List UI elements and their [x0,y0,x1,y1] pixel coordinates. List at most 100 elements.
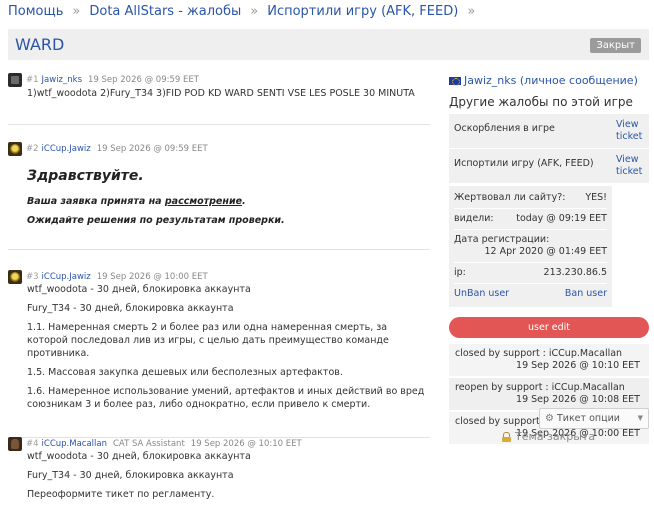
breadcrumb-separator: » [467,4,476,19]
post-text: Ожидайте решения по результатам проверки… [27,215,285,226]
post-body: wtf_woodota - 30 дней, блокировка аккаун… [8,450,430,501]
ticket-options-dropdown[interactable]: ⚙ Тикет опции ▼ [539,408,649,429]
post-divider [8,249,430,250]
post-text: Переоформите тикет по регламенту. [27,489,215,500]
post-number: #3 [26,272,39,282]
avatar[interactable] [8,270,22,284]
history-date: 19 Sep 2026 @ 10:10 EET [516,360,640,371]
post-date: 19 Sep 2026 @ 10:00 EET [96,272,208,282]
topic-closed-indicator: Тема закрыта [502,430,595,443]
chevron-down-icon: ▼ [637,414,643,422]
post-body: wtf_woodota - 30 дней, блокировка аккаун… [8,283,430,411]
status-badge: Закрыт [590,38,641,53]
donated-row: Жертвовал ли сайту?: YES! [454,188,607,209]
post-meta: #4 iCCup.Macallan CAT SA Assistant 19 Se… [8,437,430,451]
post-meta: #1 Jawiz_nks 19 Sep 2026 @ 09:59 EET [8,73,430,87]
review-link[interactable]: рассмотрение [165,196,242,207]
post-date: 19 Sep 2026 @ 09:59 EET [96,144,208,154]
other-complaints-heading: Другие жалобы по этой игре [449,95,633,109]
ip-row: ip: 213.230.86.5 [454,263,607,284]
post-text: 1.1. Намеренная смерть 2 и более раз или… [27,322,389,359]
post-number: #4 [26,439,39,449]
post-date: 19 Sep 2026 @ 09:59 EET [88,75,199,85]
user-info-box: Жертвовал ли сайту?: YES! видели: today … [449,186,612,307]
ticket-title: WARD [15,35,65,54]
post-author-role: CAT SA Assistant [113,439,185,449]
history-item: reopen by support : iCCup.Macallan 19 Se… [449,378,649,410]
post-4: #4 iCCup.Macallan CAT SA Assistant 19 Se… [8,437,430,507]
donated-value: YES! [585,192,607,203]
other-complaints-list: Оскорбления в игре View ticket Испортили… [449,114,649,184]
list-item: Оскорбления в игре View ticket [449,114,649,149]
ticket-header: WARD Закрыт [8,29,649,60]
private-message-link[interactable]: (личное сообщение) [520,74,638,87]
registration-value: 12 Apr 2020 @ 01:49 EET [484,246,607,257]
user-edit-button[interactable]: user edit [449,317,649,338]
ban-actions-row: UnBan user Ban user [454,284,607,304]
gear-icon: ⚙ [545,413,554,424]
topic-closed-label: Тема закрыта [515,430,596,443]
sidebar-user-link[interactable]: Jawiz_nks [464,74,516,87]
post-date: 19 Sep 2026 @ 10:10 EET [190,439,302,449]
view-ticket-link[interactable]: View ticket [616,154,644,178]
breadcrumb: Помощь » Dota AllStars - жалобы » Испортили … [8,4,484,19]
ticket-history: closed by support : iCCup.Macallan 19 Se… [449,344,649,444]
post-body: Здравствуйте. Ваша заявка принята на рас… [8,168,430,227]
lock-icon [502,431,511,442]
history-action: closed by support : iCCup.Macallan [455,348,623,359]
post-text: Fury_T34 - 30 дней, блокировка аккаунта [27,303,234,314]
post-body: 1)wtf_woodota 2)Fury_T34 3)FID POD KD WA… [8,87,430,100]
post-author[interactable]: iCCup.Macallan [42,439,107,449]
seen-label: видели: [454,213,494,224]
donated-label: Жертвовал ли сайту?: [454,192,566,203]
unban-user-link[interactable]: UnBan user [454,288,509,300]
post-text-prefix: Ваша заявка принята на [27,196,165,207]
avatar[interactable] [8,73,22,87]
registration-label: Дата регистрации: [454,234,550,245]
avatar[interactable] [8,142,22,156]
sidebar-user: Jawiz_nks (личное сообщение) [449,72,649,89]
post-author[interactable]: iCCup.Jawiz [42,272,91,282]
post-author[interactable]: Jawiz_nks [42,75,82,85]
complaint-category: Испортили игру (AFK, FEED) [454,158,594,169]
post-greeting: Здравствуйте. [27,168,144,184]
post-3: #3 iCCup.Jawiz 19 Sep 2026 @ 10:00 EET w… [8,270,430,438]
post-text: 1.5. Массовая закупка дешевых или беспол… [27,367,343,378]
history-action: reopen by support : iCCup.Macallan [455,382,625,393]
avatar[interactable] [8,437,22,451]
post-text: 1)wtf_woodota 2)Fury_T34 3)FID POD KD WA… [27,88,415,99]
breadcrumb-separator: » [250,4,259,19]
post-meta: #2 iCCup.Jawiz 19 Sep 2026 @ 09:59 EET [8,142,430,156]
post-divider [8,124,430,125]
breadcrumb-help[interactable]: Помощь [8,4,63,19]
history-item: closed by support : iCCup.Macallan 19 Se… [449,344,649,376]
breadcrumb-dota-complaints[interactable]: Dota AllStars - жалобы [89,4,241,19]
post-text-suffix: . [242,196,246,207]
ticket-sidebar: Jawiz_nks (личное сообщение) Другие жало… [449,72,649,446]
ip-value: 213.230.86.5 [543,267,607,278]
post-author[interactable]: iCCup.Jawiz [42,144,91,154]
seen-row: видели: today @ 09:19 EET [454,209,607,230]
post-1: #1 Jawiz_nks 19 Sep 2026 @ 09:59 EET 1)w… [8,73,430,125]
seen-value: today @ 09:19 EET [516,213,607,224]
post-number: #1 [26,75,39,85]
history-date: 19 Sep 2026 @ 10:08 EET [516,394,640,405]
ban-user-link[interactable]: Ban user [565,288,607,300]
list-item: Испортили игру (AFK, FEED) View ticket [449,149,649,184]
breadcrumb-ruined-game[interactable]: Испортили игру (AFK, FEED) [267,4,458,19]
breadcrumb-separator: » [72,4,81,19]
eu-flag-icon [449,76,461,86]
ticket-options-label: Тикет опции [556,413,620,424]
ip-label: ip: [454,267,466,278]
post-number: #2 [26,144,39,154]
post-text: wtf_woodota - 30 дней, блокировка аккаун… [27,284,251,295]
post-2: #2 iCCup.Jawiz 19 Sep 2026 @ 09:59 EET З… [8,142,430,250]
post-text: 1.6. Намеренное использование умений, ар… [27,386,425,410]
post-text: wtf_woodota - 30 дней, блокировка аккаун… [27,451,251,462]
post-text: Ваша заявка принята на рассмотрение. [27,195,430,208]
registration-row: Дата регистрации: 12 Apr 2020 @ 01:49 EE… [454,230,607,263]
post-text: Fury_T34 - 30 дней, блокировка аккаунта [27,470,234,481]
view-ticket-link[interactable]: View ticket [616,119,644,143]
post-meta: #3 iCCup.Jawiz 19 Sep 2026 @ 10:00 EET [8,270,430,284]
complaint-category: Оскорбления в игре [454,123,555,134]
